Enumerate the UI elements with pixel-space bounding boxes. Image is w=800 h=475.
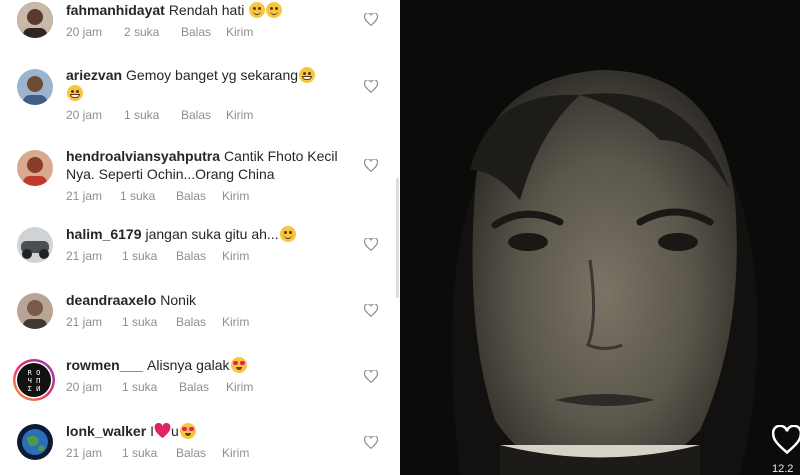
- reply-button[interactable]: Balas: [179, 380, 209, 394]
- comment-body: Nonik: [160, 292, 197, 308]
- comment-body: Gemoy banget yg sekarang: [126, 67, 299, 83]
- comment-text: lonk_walker Iu: [66, 422, 346, 440]
- send-button[interactable]: Kirim: [222, 446, 249, 460]
- reply-button[interactable]: Balas: [176, 189, 206, 203]
- comment-time: 21 jam: [66, 249, 103, 263]
- like-heart-icon[interactable]: [364, 370, 378, 383]
- comment-username[interactable]: halim_6179: [66, 226, 142, 242]
- comment-meta: 21 jam 1 suka Balas Kirim: [66, 446, 346, 462]
- like-heart-icon[interactable]: [364, 80, 378, 93]
- heart-eyes-emoji: [230, 357, 247, 373]
- avatar[interactable]: [17, 424, 53, 460]
- likes-count[interactable]: 2 suka: [124, 25, 159, 39]
- like-heart-icon[interactable]: [364, 238, 378, 251]
- comment-meta: 20 jam 1 suka Balas Kirim: [66, 380, 346, 396]
- slight-smile-emoji: [279, 226, 296, 242]
- post-photo[interactable]: [400, 0, 800, 475]
- comment-text: deandraaxelo Nonik: [66, 291, 346, 309]
- comment-text: halim_6179 jangan suka gitu ah...: [66, 225, 346, 243]
- like-heart-icon[interactable]: [364, 304, 378, 317]
- comment-time: 20 jam: [66, 380, 103, 394]
- comment-body: Alisnya galak: [147, 357, 230, 373]
- like-heart-icon[interactable]: [364, 159, 378, 172]
- comment-time: 21 jam: [66, 189, 103, 203]
- smile-emoji: [249, 2, 266, 18]
- svg-text:Σ И: Σ И: [28, 385, 41, 393]
- likes-count[interactable]: 1 suka: [122, 249, 157, 263]
- comment-meta: 20 jam 2 suka Balas Kirim: [66, 25, 346, 41]
- comment-time: 20 jam: [66, 25, 103, 39]
- reply-button[interactable]: Balas: [176, 446, 206, 460]
- comment-meta: 21 jam 1 suka Balas Kirim: [66, 249, 346, 265]
- like-heart-icon[interactable]: [364, 436, 378, 449]
- send-button[interactable]: Kirim: [226, 108, 253, 122]
- avatar[interactable]: [17, 2, 53, 38]
- comment-body: Rendah hati: [168, 2, 245, 18]
- comment-text: fahmanhidayat Rendah hati: [66, 1, 346, 19]
- likes-count[interactable]: 1 suka: [122, 380, 157, 394]
- like-heart-icon[interactable]: [772, 425, 800, 455]
- comment-text: ariezvan Gemoy banget yg sekarang: [66, 66, 346, 102]
- avatar[interactable]: [17, 227, 53, 263]
- send-button[interactable]: Kirim: [222, 189, 249, 203]
- reply-button[interactable]: Balas: [176, 315, 206, 329]
- comment-text: rowmen___ Alisnya galak: [66, 356, 346, 374]
- comment-time: 21 jam: [66, 446, 103, 460]
- red-heart-emoji: [154, 423, 171, 439]
- avatar[interactable]: R O Ч П Σ И: [12, 358, 56, 402]
- likes-count[interactable]: 1 suka: [120, 189, 155, 203]
- heart-eyes-emoji: [179, 423, 196, 439]
- comment-username[interactable]: lonk_walker: [66, 423, 146, 439]
- avatar[interactable]: [17, 150, 53, 186]
- scrollbar[interactable]: [396, 178, 399, 298]
- comment-username[interactable]: deandraaxelo: [66, 292, 156, 308]
- comment-text: hendroalviansyahputra Cantik Fhoto Kecil …: [66, 147, 346, 183]
- comment-time: 21 jam: [66, 315, 103, 329]
- svg-text:R O: R O: [28, 369, 41, 377]
- comment-meta: 21 jam 1 suka Balas Kirim: [66, 189, 346, 205]
- comment-time: 20 jam: [66, 108, 103, 122]
- avatar[interactable]: [17, 69, 53, 105]
- likes-count[interactable]: 1 suka: [122, 446, 157, 460]
- comments-panel: fahmanhidayat Rendah hati 20 jam 2 suka B…: [0, 0, 400, 475]
- send-button[interactable]: Kirim: [226, 25, 253, 39]
- portrait-image: [400, 0, 800, 475]
- like-heart-icon[interactable]: [364, 13, 378, 26]
- comment-meta: 21 jam 1 suka Balas Kirim: [66, 315, 346, 331]
- video-time: 12.2: [772, 463, 794, 475]
- smile-emoji: [266, 2, 283, 18]
- comment-username[interactable]: fahmanhidayat: [66, 2, 165, 18]
- svg-text:Ч П: Ч П: [28, 377, 41, 385]
- comment-username[interactable]: ariezvan: [66, 67, 122, 83]
- avatar[interactable]: [17, 293, 53, 329]
- send-button[interactable]: Kirim: [222, 315, 249, 329]
- likes-count[interactable]: 1 suka: [122, 315, 157, 329]
- send-button[interactable]: Kirim: [222, 249, 249, 263]
- reply-button[interactable]: Balas: [176, 249, 206, 263]
- comment-meta: 20 jam 1 suka Balas Kirim: [66, 108, 346, 124]
- comment-body: jangan suka gitu ah...: [145, 226, 279, 242]
- reply-button[interactable]: Balas: [181, 25, 211, 39]
- comment-username[interactable]: rowmen___: [66, 357, 143, 373]
- grin-emoji: [67, 85, 83, 101]
- comment-body-after: u: [171, 423, 179, 439]
- reply-button[interactable]: Balas: [181, 108, 211, 122]
- comment-username[interactable]: hendroalviansyahputra: [66, 148, 220, 164]
- likes-count[interactable]: 1 suka: [124, 108, 159, 122]
- grin-emoji: [299, 67, 316, 83]
- send-button[interactable]: Kirim: [226, 380, 253, 394]
